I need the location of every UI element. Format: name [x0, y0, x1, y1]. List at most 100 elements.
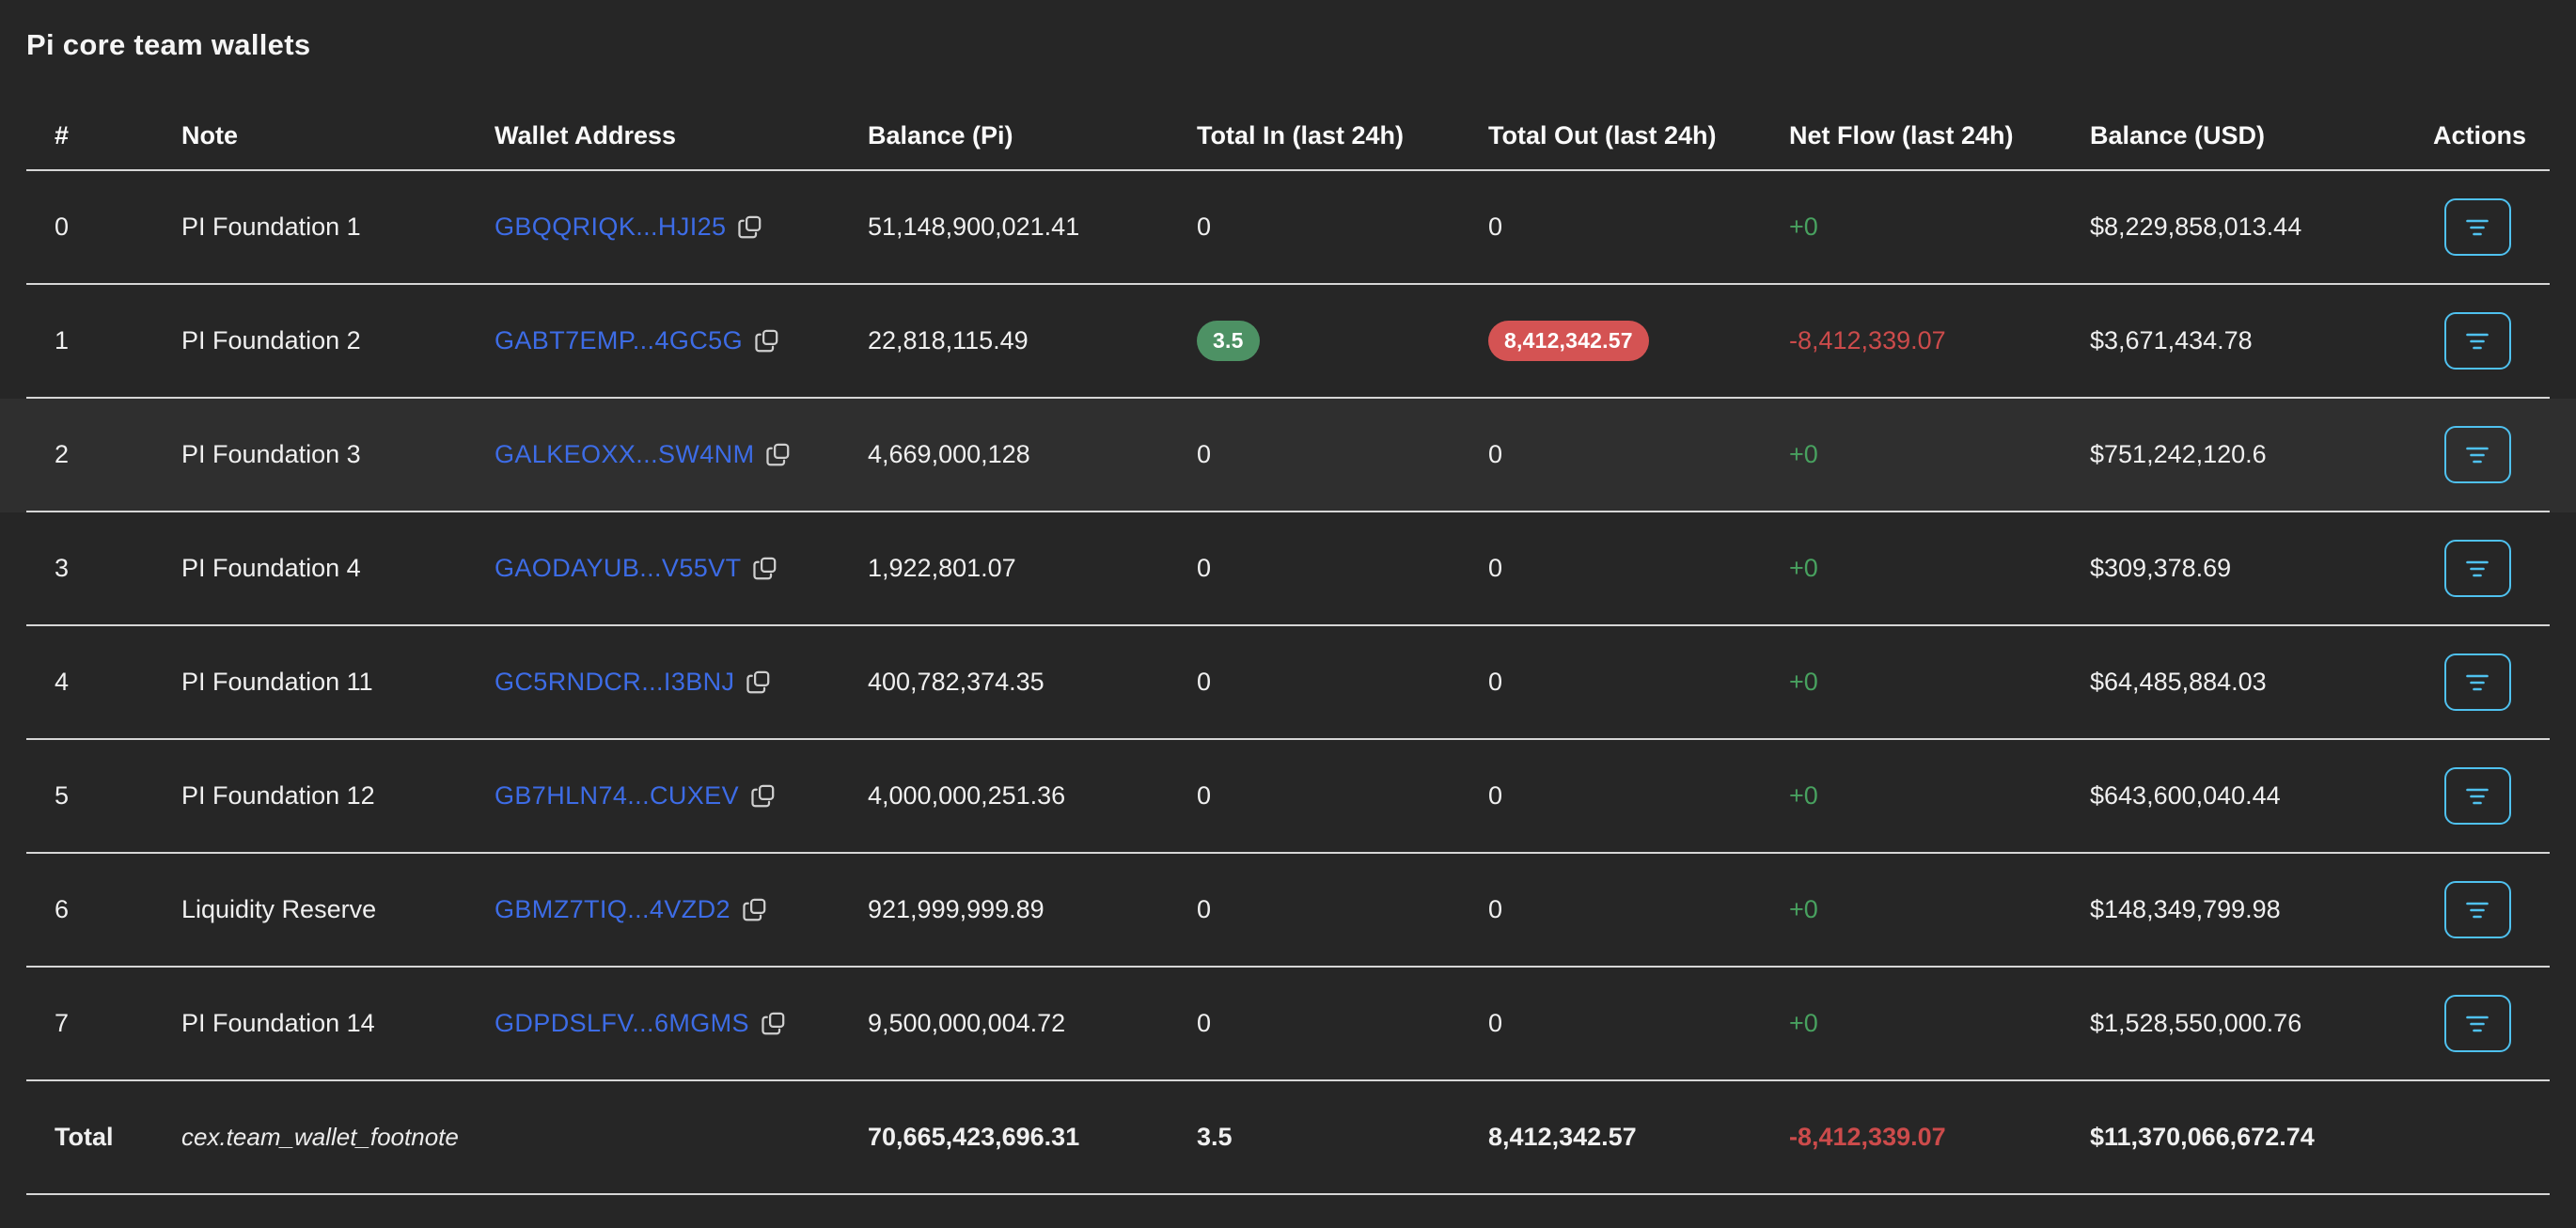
row-actions-button[interactable] — [2443, 653, 2511, 711]
wallet-address-link[interactable]: GBMZ7TIQ...4VZD2 — [495, 895, 730, 924]
actions-cell — [2405, 653, 2550, 711]
balance-pi: 921,999,999.89 — [868, 895, 1045, 923]
column-header: Net Flow (last 24h) — [1789, 120, 2014, 150]
wallet-address-cell: GABT7EMP...4GC5G — [466, 326, 840, 355]
row-actions-button[interactable] — [2443, 881, 2511, 938]
total-balance-usd: $11,370,066,672.74 — [2090, 1123, 2315, 1151]
row-index: 6 — [55, 895, 70, 923]
wallet-address-cell: GB7HLN74...CUXEV — [466, 781, 840, 811]
wallet-address-cell: GBQQRIQK...HJI25 — [466, 213, 840, 242]
copy-icon — [743, 898, 766, 921]
net-flow-value: +0 — [1789, 781, 1818, 810]
wallet-address-cell: GDPDSLFV...6MGMS — [466, 1009, 840, 1038]
balance-pi: 22,818,115.49 — [868, 326, 1029, 354]
row-index: 3 — [55, 554, 70, 582]
total-out-value: 0 — [1488, 1009, 1503, 1037]
row-actions-button[interactable] — [2443, 540, 2511, 597]
page-title: Pi core team wallets — [26, 28, 311, 61]
total-in-value: 0 — [1197, 554, 1212, 582]
wallet-address-link[interactable]: GALKEOXX...SW4NM — [495, 440, 754, 469]
wallet-address-cell: GAODAYUB...V55VT — [466, 554, 840, 583]
wallet-address-cell: GBMZ7TIQ...4VZD2 — [466, 895, 840, 924]
wallet-address-link[interactable]: GABT7EMP...4GC5G — [495, 326, 743, 355]
row-index: 4 — [55, 668, 70, 696]
balance-pi: 1,922,801.07 — [868, 554, 1016, 582]
net-flow-value: +0 — [1789, 895, 1818, 923]
balance-pi: 4,669,000,128 — [868, 440, 1030, 468]
copy-address-button[interactable] — [737, 214, 762, 240]
wallet-address-link[interactable]: GBQQRIQK...HJI25 — [495, 213, 726, 242]
total-out-value: 0 — [1488, 781, 1503, 810]
net-flow-value: +0 — [1789, 554, 1818, 582]
copy-address-button[interactable] — [742, 897, 767, 922]
column-header: Wallet Address — [495, 120, 677, 150]
copy-address-button[interactable] — [750, 783, 776, 809]
row-actions-button[interactable] — [2443, 198, 2511, 256]
wallets-table: # Note Wallet Address Balance (Pi) Total In … — [0, 102, 2576, 1195]
copy-address-button[interactable] — [754, 328, 779, 354]
copy-icon — [766, 443, 790, 466]
column-header: Total Out (last 24h) — [1488, 120, 1717, 150]
net-flow-value: +0 — [1789, 440, 1818, 468]
copy-icon — [746, 670, 770, 694]
copy-icon — [738, 215, 762, 239]
total-out-value: 0 — [1488, 213, 1503, 241]
copy-address-button[interactable] — [765, 442, 791, 467]
row-actions-button[interactable] — [2443, 426, 2511, 483]
copy-icon — [762, 1012, 785, 1035]
total-in-value: 0 — [1197, 781, 1212, 810]
table-row: 2 PI Foundation 3 GALKEOXX...SW4NM 4,669… — [0, 399, 2576, 512]
wallet-address-link[interactable]: GDPDSLFV...6MGMS — [495, 1009, 749, 1038]
total-in: 3.5 — [1197, 1123, 1233, 1151]
row-actions-button[interactable] — [2443, 767, 2511, 825]
balance-usd: $3,671,434.78 — [2090, 326, 2253, 354]
wallet-note: PI Foundation 1 — [181, 213, 361, 241]
actions-cell — [2405, 881, 2550, 938]
table-row: 4 PI Foundation 11 GC5RNDCR...I3BNJ 400,… — [0, 626, 2576, 740]
balance-pi: 9,500,000,004.72 — [868, 1009, 1066, 1037]
total-out-value: 0 — [1488, 668, 1503, 696]
net-flow-value: +0 — [1789, 1009, 1818, 1037]
table-row: 1 PI Foundation 2 GABT7EMP...4GC5G 22,81… — [0, 285, 2576, 399]
row-actions-button[interactable] — [2443, 312, 2511, 370]
table-row: 5 PI Foundation 12 GB7HLN74...CUXEV 4,00… — [0, 740, 2576, 854]
table-body: 0 PI Foundation 1 GBQQRIQK...HJI25 51,14… — [0, 171, 2576, 1081]
net-flow-value: +0 — [1789, 668, 1818, 696]
actions-cell — [2405, 312, 2550, 370]
total-out-value: 0 — [1488, 554, 1503, 582]
filter-lines-icon — [2466, 333, 2489, 349]
row-actions-button[interactable] — [2443, 995, 2511, 1052]
total-footnote: cex.team_wallet_footnote — [181, 1123, 459, 1151]
balance-pi: 4,000,000,251.36 — [868, 781, 1066, 810]
total-in-value: 0 — [1197, 1009, 1212, 1037]
net-flow-value: +0 — [1789, 213, 1818, 241]
actions-cell — [2405, 198, 2550, 256]
actions-cell — [2405, 767, 2550, 825]
wallet-note: PI Foundation 2 — [181, 326, 361, 354]
wallet-note: PI Foundation 14 — [181, 1009, 375, 1037]
copy-address-button[interactable] — [761, 1011, 786, 1036]
balance-usd: $8,229,858,013.44 — [2090, 213, 2302, 241]
wallet-note: Liquidity Reserve — [181, 895, 377, 923]
filter-lines-icon — [2466, 219, 2489, 235]
balance-pi: 400,782,374.35 — [868, 668, 1045, 696]
total-out-value: 8,412,342.57 — [1488, 321, 1649, 361]
balance-usd: $309,378.69 — [2090, 554, 2232, 582]
wallet-address-link[interactable]: GAODAYUB...V55VT — [495, 554, 741, 583]
total-net-flow: -8,412,339.07 — [1789, 1123, 1946, 1151]
row-index: 1 — [55, 326, 70, 354]
filter-lines-icon — [2466, 788, 2489, 804]
copy-address-button[interactable] — [752, 556, 778, 581]
balance-usd: $643,600,040.44 — [2090, 781, 2281, 810]
page: Pi core team wallets # Note Wallet Address… — [0, 0, 2576, 1195]
wallet-address-link[interactable]: GB7HLN74...CUXEV — [495, 781, 739, 811]
balance-usd: $148,349,799.98 — [2090, 895, 2281, 923]
copy-address-button[interactable] — [746, 669, 771, 695]
actions-cell — [2405, 995, 2550, 1052]
actions-cell — [2405, 426, 2550, 483]
wallet-address-link[interactable]: GC5RNDCR...I3BNJ — [495, 668, 734, 697]
table-total-row: Total cex.team_wallet_footnote 70,665,42… — [0, 1081, 2576, 1195]
actions-cell — [2405, 540, 2550, 597]
table-row: 3 PI Foundation 4 GAODAYUB...V55VT 1,922… — [0, 512, 2576, 626]
balance-pi: 51,148,900,021.41 — [868, 213, 1080, 241]
